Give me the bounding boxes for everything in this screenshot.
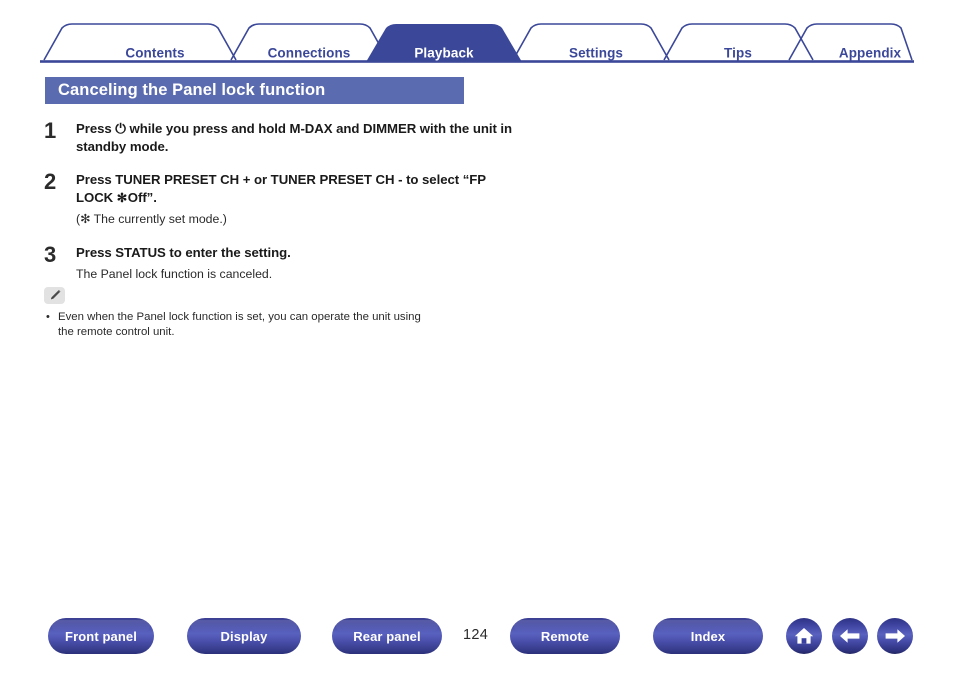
step-body: Press ⏻ while you press and hold M-DAX a… — [76, 120, 514, 155]
manual-page: Contents Connections Playback Settings T… — [0, 0, 954, 673]
remote-button[interactable]: Remote — [510, 618, 620, 654]
home-icon[interactable] — [786, 618, 822, 654]
forward-arrow-glyph — [885, 629, 905, 643]
steps-list: 1 Press ⏻ while you press and hold M-DAX… — [44, 120, 514, 294]
display-button[interactable]: Display — [187, 618, 301, 654]
back-arrow-glyph — [840, 629, 860, 643]
step-text-post: while you press and hold M-DAX and DIMME… — [76, 121, 513, 154]
step-number: 2 — [44, 169, 57, 194]
power-icon: ⏻ — [115, 121, 126, 136]
step-instruction: Press ⏻ while you press and hold M-DAX a… — [76, 120, 514, 155]
tab-bar-underline — [40, 60, 914, 63]
step-instruction: Press STATUS to enter the setting. — [76, 245, 291, 260]
footer-bar: Front panel Display Rear panel 124 Remot… — [0, 618, 954, 658]
step-number: 3 — [44, 242, 57, 267]
tab-connections[interactable]: Connections — [230, 46, 388, 61]
index-button[interactable]: Index — [653, 618, 763, 654]
step-item: 2 Press TUNER PRESET CH + or TUNER PRESE… — [44, 171, 514, 228]
rear-panel-button[interactable]: Rear panel — [332, 618, 442, 654]
step-number: 1 — [44, 118, 57, 143]
step-body: Press TUNER PRESET CH + or TUNER PRESET … — [76, 171, 514, 228]
step-note: The Panel lock function is canceled. — [76, 266, 273, 281]
step-note: (✻ The currently set mode.) — [76, 212, 227, 226]
step-instruction: Press TUNER PRESET CH + or TUNER PRESET … — [76, 171, 514, 207]
step-text-pre: Press — [76, 121, 116, 136]
asterisk-icon: ✻ — [116, 190, 128, 205]
tab-bar: Contents Connections Playback Settings T… — [40, 22, 914, 63]
pencil-glyph — [50, 289, 60, 300]
tab-appendix[interactable]: Appendix — [775, 46, 954, 61]
pencil-icon — [44, 287, 65, 304]
step-body: Press STATUS to enter the setting. The P… — [76, 244, 514, 283]
page-title: Canceling the Panel lock function — [45, 77, 464, 104]
step-text-post: Off”. — [127, 189, 157, 205]
note-items: Even when the Panel lock function is set… — [44, 310, 464, 339]
step-item: 3 Press STATUS to enter the setting. The… — [44, 244, 514, 283]
step-item: 1 Press ⏻ while you press and hold M-DAX… — [44, 120, 514, 155]
page-number: 124 — [463, 627, 489, 643]
home-glyph — [794, 628, 814, 644]
forward-arrow-icon[interactable] — [877, 618, 913, 654]
tab-contents[interactable]: Contents — [106, 46, 204, 61]
note-block: Even when the Panel lock function is set… — [44, 287, 464, 339]
back-arrow-icon[interactable] — [832, 618, 868, 654]
list-item: Even when the Panel lock function is set… — [44, 310, 436, 339]
front-panel-button[interactable]: Front panel — [48, 618, 154, 654]
